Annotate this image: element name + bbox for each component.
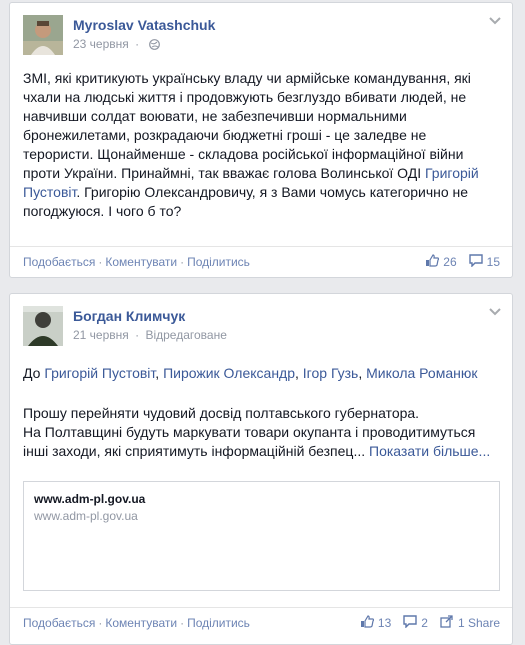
post-actions: Подобається · Коментувати · Поділитись 26 15: [10, 246, 512, 277]
post-date[interactable]: 21 червня: [73, 328, 129, 342]
tag-link[interactable]: Пирожик Олександр: [163, 365, 295, 381]
share-link[interactable]: Поділитись: [187, 616, 250, 630]
show-more-link[interactable]: Показати більше...: [369, 443, 490, 459]
post-body: ЗМІ, які критикують українську владу чи …: [23, 70, 479, 219]
share-link[interactable]: Поділитись: [187, 255, 250, 269]
comment-link[interactable]: Коментувати: [105, 255, 177, 269]
post-card-2: Богдан Климчук 21 червня · Відредаговане…: [9, 293, 513, 645]
comment-link[interactable]: Коментувати: [105, 616, 177, 630]
globe-icon: [149, 39, 161, 53]
edited-label[interactable]: Відредаговане: [145, 328, 226, 342]
tag-link[interactable]: Микола Романюк: [366, 365, 477, 381]
author-name[interactable]: Myroslav Vatashchuk: [73, 17, 215, 33]
comment-bubble-icon[interactable]: [403, 615, 417, 631]
comment-count[interactable]: 2: [421, 616, 428, 630]
comment-count[interactable]: 15: [487, 255, 500, 269]
like-count[interactable]: 13: [378, 616, 391, 630]
avatar[interactable]: [23, 15, 63, 55]
like-thumb-icon[interactable]: [360, 615, 375, 631]
like-thumb-icon[interactable]: [425, 254, 440, 270]
share-count[interactable]: 1 Share: [458, 616, 500, 630]
comment-bubble-icon[interactable]: [468, 254, 483, 270]
author-name[interactable]: Богдан Климчук: [73, 308, 185, 324]
post-card-1: Myroslav Vatashchuk 23 червня · ЗМІ, які…: [9, 2, 513, 278]
like-link[interactable]: Подобається: [23, 255, 95, 269]
tag-link[interactable]: Григорій Пустовіт: [44, 365, 155, 381]
chevron-down-icon[interactable]: [488, 13, 502, 25]
post-date[interactable]: 23 червня: [73, 37, 129, 51]
tagged-users: До Григорій Пустовіт, Пирожик Олександр,…: [23, 365, 478, 381]
share-icon[interactable]: [440, 615, 454, 631]
like-link[interactable]: Подобається: [23, 616, 95, 630]
tag-link[interactable]: Ігор Гузь: [303, 365, 359, 381]
post-actions: Подобається · Коментувати · Поділитись 13 2 …: [10, 607, 512, 638]
post-body: Прошу перейняти чудовий досвід полтавськ…: [23, 405, 491, 459]
chevron-down-icon[interactable]: [488, 304, 502, 316]
preview-domain: www.adm-pl.gov.ua: [34, 509, 138, 523]
post-meta: 23 червня ·: [73, 37, 161, 53]
avatar[interactable]: [23, 306, 63, 346]
like-count[interactable]: 26: [443, 255, 456, 269]
preview-title[interactable]: www.adm-pl.gov.ua: [34, 492, 145, 506]
link-preview[interactable]: www.adm-pl.gov.ua www.adm-pl.gov.ua: [23, 481, 500, 591]
post-meta: 21 червня · Відредаговане: [73, 328, 227, 342]
